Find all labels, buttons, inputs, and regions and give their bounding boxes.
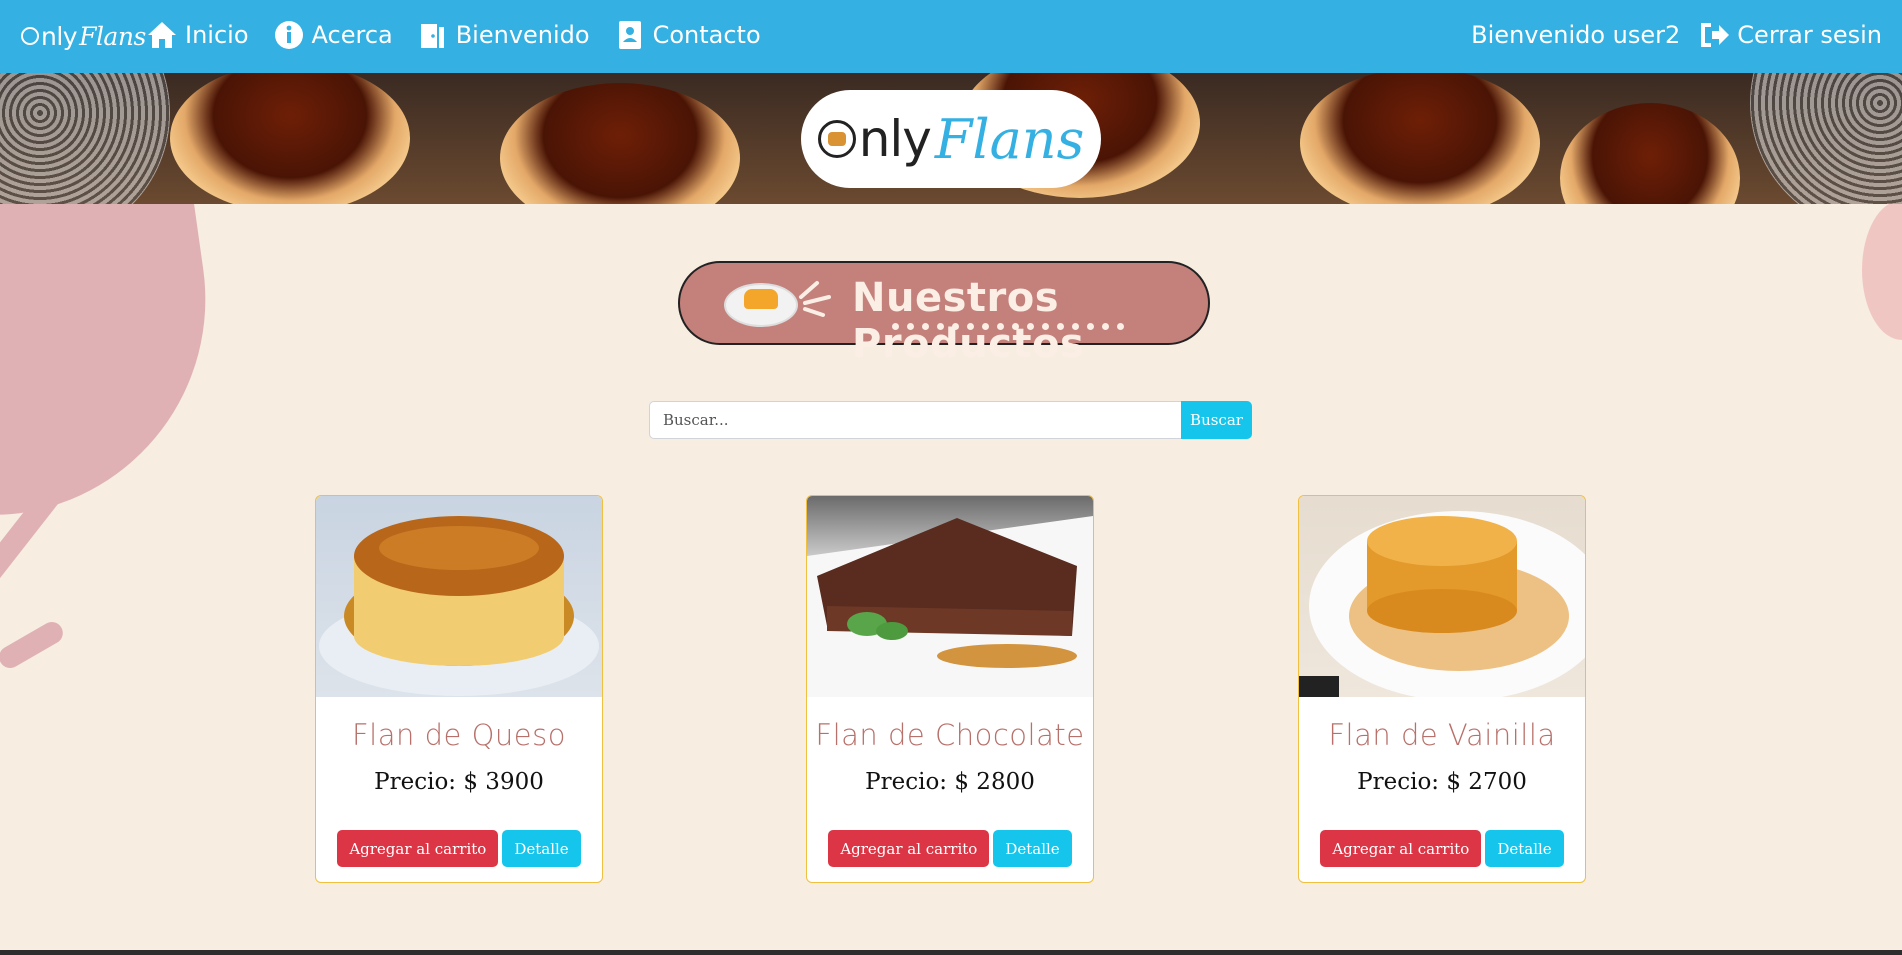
brand-prefix: nly xyxy=(41,21,78,51)
nav-right: Bienvenido user2 Cerrar sesin xyxy=(1471,16,1882,54)
product-price: Precio: $ 2700 xyxy=(1357,769,1527,795)
home-icon xyxy=(148,22,176,48)
product-image-flan-vainilla xyxy=(1299,496,1585,697)
flan-image xyxy=(170,73,410,204)
product-name: Flan de Queso xyxy=(352,718,566,752)
navbar: nly Flans Inicio Acerca Bienvenido Conta… xyxy=(0,0,1902,73)
next-row-cards-edge xyxy=(0,950,1902,955)
product-image-flan-chocolate xyxy=(807,496,1093,697)
hero-logo: nly Flans xyxy=(801,90,1101,188)
decorative-stroke xyxy=(0,617,67,673)
nav-label: Acerca xyxy=(311,21,393,49)
nav-links: Inicio Acerca Bienvenido Contacto xyxy=(146,16,761,54)
flan-image xyxy=(500,83,740,204)
decorative-plate xyxy=(0,73,170,204)
decorative-dots xyxy=(892,323,1124,330)
section-title: Nuestros Productos xyxy=(852,275,1085,367)
brand-logo[interactable]: nly Flans xyxy=(21,19,146,53)
shine-rays-icon xyxy=(799,281,831,317)
decorative-plate xyxy=(1750,73,1902,204)
product-card: Flan de Queso Precio: $ 3900 Agregar al … xyxy=(315,495,603,883)
brand-script: Flans xyxy=(79,21,146,51)
nav-label: Inicio xyxy=(185,21,249,49)
detail-button[interactable]: Detalle xyxy=(502,830,581,867)
logout-icon xyxy=(1701,23,1730,47)
logo-script: Flans xyxy=(934,107,1085,171)
detail-button[interactable]: Detalle xyxy=(1485,830,1564,867)
search-input[interactable] xyxy=(649,401,1181,439)
product-card: Flan de Vainilla Precio: $ 2700 Agregar … xyxy=(1298,495,1586,883)
search-button[interactable]: Buscar xyxy=(1181,401,1252,439)
welcome-text: Bienvenido user2 xyxy=(1471,21,1681,49)
product-name: Flan de Chocolate xyxy=(815,718,1085,752)
nav-label: Bienvenido xyxy=(455,21,590,49)
contact-card-icon xyxy=(618,21,641,49)
logout-label: Cerrar sesin xyxy=(1737,21,1882,49)
flan-plate-icon xyxy=(724,283,798,327)
add-to-cart-button[interactable]: Agregar al carrito xyxy=(337,830,499,867)
product-name: Flan de Vainilla xyxy=(1328,718,1556,752)
info-icon xyxy=(274,21,303,49)
product-price: Precio: $ 2800 xyxy=(865,769,1035,795)
door-icon xyxy=(420,24,444,48)
detail-button[interactable]: Detalle xyxy=(993,830,1072,867)
add-to-cart-button[interactable]: Agregar al carrito xyxy=(828,830,990,867)
nav-item-acerca[interactable]: Acerca xyxy=(273,16,393,54)
logo-only: nly xyxy=(817,110,932,168)
product-actions: Agregar al carrito Detalle xyxy=(1299,830,1585,867)
brand-o-icon xyxy=(21,27,39,45)
product-image-flan-queso xyxy=(316,496,602,697)
logout-button[interactable]: Cerrar sesin xyxy=(1698,16,1882,54)
add-to-cart-button[interactable]: Agregar al carrito xyxy=(1320,830,1482,867)
section-title-banner: Nuestros Productos xyxy=(678,261,1210,367)
product-card: Flan de Chocolate Precio: $ 2800 Agregar… xyxy=(806,495,1094,883)
nav-label: Contacto xyxy=(652,21,761,49)
nav-item-contacto[interactable]: Contacto xyxy=(614,16,761,54)
nav-item-bienvenido[interactable]: Bienvenido xyxy=(417,16,590,54)
flan-image xyxy=(1300,73,1540,204)
product-actions: Agregar al carrito Detalle xyxy=(316,830,602,867)
decorative-blob-right xyxy=(1862,200,1902,340)
flan-logo-icon xyxy=(817,120,856,158)
flan-image xyxy=(1560,103,1740,204)
product-price: Precio: $ 3900 xyxy=(374,769,544,795)
logo-only-text: nly xyxy=(858,110,932,168)
search-bar: Buscar xyxy=(649,401,1252,439)
nav-item-inicio[interactable]: Inicio xyxy=(146,16,249,54)
product-actions: Agregar al carrito Detalle xyxy=(807,830,1093,867)
